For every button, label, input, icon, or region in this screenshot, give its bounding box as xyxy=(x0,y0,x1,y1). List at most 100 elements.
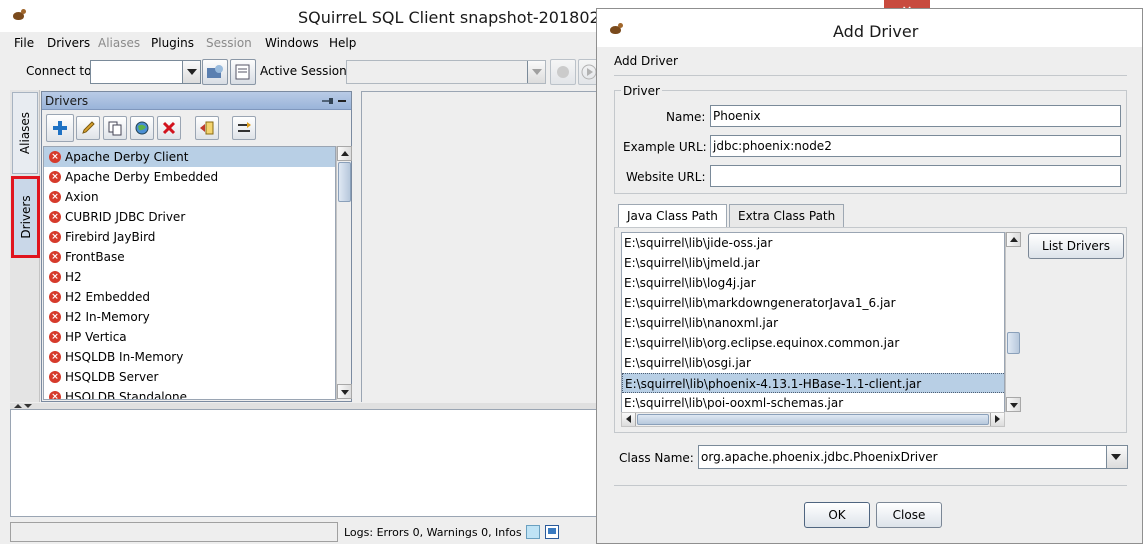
drivers-panel-title: Drivers xyxy=(45,94,89,108)
tab-extra-class-path[interactable]: Extra Class Path xyxy=(729,204,845,227)
menu-help[interactable]: Help xyxy=(329,36,356,50)
driver-not-loaded-icon: × xyxy=(49,291,61,303)
chevron-down-icon[interactable] xyxy=(182,61,200,83)
class-path-item[interactable]: E:\squirrel\lib\org.eclipse.equinox.comm… xyxy=(622,333,1004,353)
collapse-down-icon[interactable] xyxy=(24,404,32,408)
filter-icon xyxy=(238,122,251,132)
collapse-up-icon[interactable] xyxy=(14,404,22,408)
driver-list-item[interactable]: × HSQLDB Standalone xyxy=(44,387,335,400)
minimize-icon[interactable] xyxy=(338,100,346,102)
class-path-item[interactable]: E:\squirrel\lib\log4j.jar xyxy=(622,273,1004,293)
driver-list-item[interactable]: × Firebird JayBird xyxy=(44,227,335,247)
class-name-combo[interactable]: org.apache.phoenix.jdbc.PhoenixDriver xyxy=(698,445,1128,469)
show-loaded-drivers-button[interactable] xyxy=(232,116,256,140)
connect-button[interactable] xyxy=(202,59,228,85)
main-window: SQuirreL SQL Client snapshot-20180226_22… xyxy=(0,0,669,544)
driver-not-loaded-icon: × xyxy=(49,151,61,163)
web-site-button[interactable] xyxy=(130,116,154,140)
class-path-item[interactable]: E:\squirrel\lib\markdowngeneratorJava1_6… xyxy=(622,293,1004,313)
squirrel-app-icon xyxy=(12,9,26,21)
name-input[interactable]: Phoenix xyxy=(710,105,1121,127)
monitor-icon[interactable] xyxy=(545,525,559,539)
delete-driver-button[interactable] xyxy=(157,116,181,140)
driver-list-item[interactable]: × HSQLDB In-Memory xyxy=(44,347,335,367)
class-path-item[interactable]: E:\squirrel\lib\jmeld.jar xyxy=(622,253,1004,273)
scroll-down-icon[interactable] xyxy=(1006,397,1021,412)
tab-aliases[interactable]: Aliases xyxy=(12,92,38,174)
drivers-list-scrollbar[interactable] xyxy=(336,146,352,400)
scroll-thumb[interactable] xyxy=(338,162,351,202)
driver-list-item[interactable]: × HP Vertica xyxy=(44,327,335,347)
driver-list-item[interactable]: × Axion xyxy=(44,187,335,207)
menu-windows[interactable]: Windows xyxy=(265,36,319,50)
dialog-title: Add Driver xyxy=(833,22,919,41)
side-tab-strip: Aliases Drivers xyxy=(10,90,40,402)
menu-drivers[interactable]: Drivers xyxy=(47,36,90,50)
website-url-input[interactable] xyxy=(710,165,1121,187)
driver-list-item[interactable]: × CUBRID JDBC Driver xyxy=(44,207,335,227)
driver-list-item-label: Firebird JayBird xyxy=(65,230,156,244)
copy-driver-button[interactable] xyxy=(103,116,127,140)
driver-list-item-label: H2 Embedded xyxy=(65,290,150,304)
scroll-thumb[interactable] xyxy=(1007,332,1020,354)
tab-java-class-path[interactable]: Java Class Path xyxy=(618,204,727,228)
driver-list-item-label: CUBRID JDBC Driver xyxy=(65,210,186,224)
driver-list-item-label: FrontBase xyxy=(65,250,125,264)
class-path-vscrollbar[interactable] xyxy=(1005,232,1021,412)
scroll-down-icon[interactable] xyxy=(337,384,352,399)
install-default-driver-button[interactable] xyxy=(195,116,219,140)
class-path-list[interactable]: E:\squirrel\lib\jide-oss.jar E:\squirrel\… xyxy=(621,232,1005,427)
chevron-down-icon[interactable] xyxy=(527,61,545,83)
driver-list-item[interactable]: × Apache Derby Embedded xyxy=(44,167,335,187)
logs-summary[interactable]: Logs: Errors 0, Warnings 0, Infos 10 xyxy=(344,526,539,539)
session-action-button[interactable] xyxy=(550,59,576,85)
class-path-item-label: E:\squirrel\lib\jide-oss.jar xyxy=(624,236,773,250)
active-session-combo[interactable] xyxy=(346,60,546,84)
class-path-item-label: E:\squirrel\lib\phoenix-4.13.1-HBase-1.1… xyxy=(625,377,922,391)
connect-to-combo[interactable] xyxy=(90,60,201,84)
status-message xyxy=(10,522,338,542)
class-path-item[interactable]: E:\squirrel\lib\phoenix-4.13.1-HBase-1.1… xyxy=(622,373,1004,393)
driver-not-loaded-icon: × xyxy=(49,231,61,243)
drivers-list[interactable]: × Apache Derby Client × Apache Derby Embedd… xyxy=(43,146,336,400)
name-label: Name: xyxy=(666,110,706,124)
class-path-item[interactable]: E:\squirrel\lib\osgi.jar xyxy=(622,353,1004,373)
driver-list-item[interactable]: × H2 In-Memory xyxy=(44,307,335,327)
close-button[interactable]: Close xyxy=(876,502,942,528)
menu-session[interactable]: Session xyxy=(206,36,252,50)
class-path-hscrollbar[interactable] xyxy=(621,412,1005,427)
scroll-right-icon[interactable] xyxy=(990,413,1004,426)
new-session-button[interactable] xyxy=(230,59,256,85)
driver-group-label: Driver xyxy=(621,84,662,98)
add-driver-button[interactable] xyxy=(46,114,74,142)
scroll-up-icon[interactable] xyxy=(337,146,352,161)
main-toolbar: Connect to: Active Session: xyxy=(10,57,600,87)
edit-driver-button[interactable] xyxy=(76,116,100,140)
driver-list-item[interactable]: × H2 xyxy=(44,267,335,287)
scroll-thumb-horizontal[interactable] xyxy=(637,414,989,425)
menu-file[interactable]: File xyxy=(14,36,34,50)
driver-not-loaded-icon: × xyxy=(49,391,61,399)
ok-button[interactable]: OK xyxy=(804,502,870,528)
menu-aliases[interactable]: Aliases xyxy=(98,36,140,50)
example-url-input[interactable]: jdbc:phoenix:node2 xyxy=(710,135,1121,157)
driver-list-item[interactable]: × HSQLDB Server xyxy=(44,367,335,387)
driver-list-item[interactable]: × FrontBase xyxy=(44,247,335,267)
scroll-up-icon[interactable] xyxy=(1006,232,1021,247)
scroll-left-icon[interactable] xyxy=(622,413,636,426)
driver-list-item[interactable]: × H2 Embedded xyxy=(44,287,335,307)
memory-icon[interactable] xyxy=(526,525,540,539)
driver-list-item-label: HSQLDB Standalone xyxy=(65,390,187,400)
tab-drivers[interactable]: Drivers xyxy=(11,176,40,258)
pencil-icon xyxy=(82,121,95,134)
chevron-down-icon[interactable] xyxy=(1106,446,1127,468)
class-path-item[interactable]: E:\squirrel\lib\nanoxml.jar xyxy=(622,313,1004,333)
driver-list-item[interactable]: × Apache Derby Client xyxy=(44,147,335,167)
class-path-item-label: E:\squirrel\lib\log4j.jar xyxy=(624,276,756,290)
class-path-item[interactable]: E:\squirrel\lib\poi-ooxml-schemas.jar xyxy=(622,393,1004,413)
list-drivers-button[interactable]: List Drivers xyxy=(1028,233,1124,259)
pin-icon[interactable] xyxy=(322,95,334,109)
menu-plugins[interactable]: Plugins xyxy=(151,36,194,50)
class-path-item[interactable]: E:\squirrel\lib\jide-oss.jar xyxy=(622,233,1004,253)
example-url-label: Example URL: xyxy=(623,140,707,154)
